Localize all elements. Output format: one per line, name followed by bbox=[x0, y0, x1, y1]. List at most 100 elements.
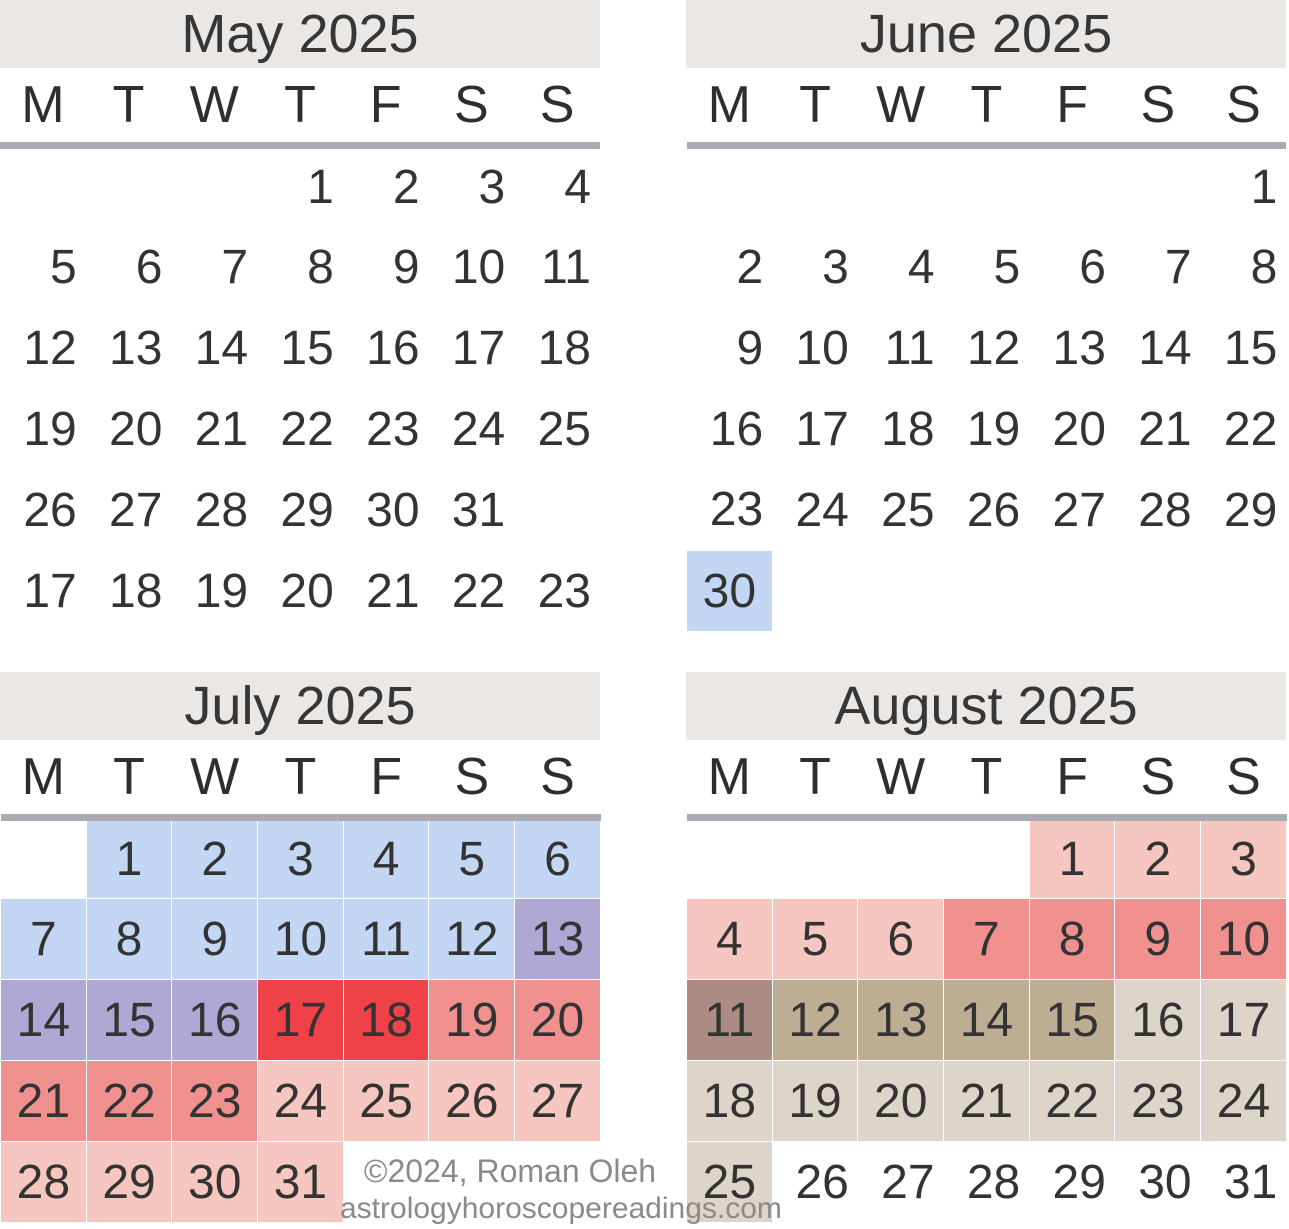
calendar-day-cell[interactable]: 22 bbox=[428, 550, 515, 632]
calendar-day-cell[interactable]: 18 bbox=[686, 1060, 773, 1142]
calendar-day-cell[interactable]: 8 bbox=[257, 226, 343, 308]
calendar-day-cell[interactable]: 9 bbox=[686, 307, 773, 389]
calendar-day-cell[interactable]: 11 bbox=[857, 307, 944, 389]
calendar-day-cell[interactable]: 4 bbox=[514, 145, 600, 227]
calendar-day-cell[interactable]: 2 bbox=[1114, 817, 1202, 899]
calendar-day-cell[interactable]: 21 bbox=[943, 1060, 1030, 1142]
calendar-day-cell[interactable]: 23 bbox=[342, 388, 429, 470]
calendar-day-cell[interactable]: 20 bbox=[85, 388, 172, 470]
calendar-day-cell[interactable]: 5 bbox=[771, 898, 859, 980]
calendar-day-cell[interactable]: 12 bbox=[771, 979, 859, 1061]
calendar-day-cell[interactable]: 29 bbox=[257, 469, 343, 551]
calendar-day-cell[interactable]: 8 bbox=[85, 898, 173, 980]
calendar-day-cell[interactable]: 15 bbox=[1200, 307, 1287, 389]
calendar-day-cell[interactable]: 26 bbox=[772, 1141, 858, 1223]
calendar-day-cell[interactable]: 16 bbox=[171, 979, 259, 1061]
calendar-day-cell[interactable]: 19 bbox=[943, 388, 1030, 470]
calendar-day-cell[interactable]: 10 bbox=[1200, 898, 1287, 980]
calendar-day-cell[interactable]: 3 bbox=[1200, 817, 1287, 899]
calendar-day-cell[interactable]: 22 bbox=[85, 1060, 173, 1142]
calendar-day-cell[interactable]: 24 bbox=[257, 1060, 344, 1142]
calendar-day-cell[interactable]: 22 bbox=[1200, 388, 1287, 470]
calendar-day-cell[interactable]: 30 bbox=[342, 469, 429, 551]
calendar-day-cell[interactable]: 7 bbox=[1114, 226, 1201, 308]
calendar-day-cell[interactable]: 19 bbox=[428, 979, 516, 1061]
calendar-day-cell[interactable]: 21 bbox=[0, 1060, 87, 1142]
calendar-day-cell[interactable]: 17 bbox=[257, 979, 344, 1061]
calendar-day-cell[interactable]: 10 bbox=[257, 898, 344, 980]
calendar-day-cell[interactable]: 1 bbox=[1028, 817, 1116, 899]
calendar-day-cell[interactable]: 23 bbox=[1114, 1060, 1202, 1142]
calendar-day-cell[interactable]: 26 bbox=[428, 1060, 516, 1142]
calendar-day-cell[interactable]: 27 bbox=[857, 1141, 944, 1223]
calendar-day-cell[interactable]: 22 bbox=[1028, 1060, 1116, 1142]
calendar-day-cell[interactable]: 9 bbox=[1114, 898, 1202, 980]
calendar-day-cell[interactable]: 6 bbox=[514, 817, 601, 899]
calendar-day-cell[interactable]: 5 bbox=[428, 817, 516, 899]
calendar-day-cell[interactable]: 3 bbox=[257, 817, 344, 899]
calendar-day-cell[interactable]: 13 bbox=[1029, 307, 1115, 389]
calendar-day-cell[interactable]: 19 bbox=[771, 1060, 859, 1142]
calendar-day-cell[interactable]: 7 bbox=[0, 898, 87, 980]
calendar-day-cell[interactable]: 26 bbox=[0, 469, 86, 551]
calendar-day-cell[interactable]: 6 bbox=[1029, 226, 1115, 308]
calendar-day-cell[interactable]: 15 bbox=[85, 979, 173, 1061]
calendar-day-cell[interactable]: 30 bbox=[686, 550, 773, 632]
calendar-day-cell[interactable]: 2 bbox=[171, 817, 259, 899]
calendar-day-cell[interactable]: 30 bbox=[1114, 1141, 1201, 1223]
calendar-day-cell[interactable]: 6 bbox=[857, 898, 945, 980]
calendar-day-cell[interactable]: 17 bbox=[428, 307, 515, 389]
calendar-day-cell[interactable]: 14 bbox=[943, 979, 1030, 1061]
calendar-day-cell[interactable]: 18 bbox=[514, 307, 600, 389]
calendar-day-cell[interactable]: 11 bbox=[514, 226, 600, 308]
calendar-day-cell[interactable]: 26 bbox=[943, 469, 1030, 551]
calendar-day-cell[interactable]: 12 bbox=[943, 307, 1030, 389]
calendar-day-cell[interactable]: 1 bbox=[85, 817, 173, 899]
calendar-day-cell[interactable]: 17 bbox=[0, 550, 86, 632]
calendar-day-cell[interactable]: 18 bbox=[857, 388, 944, 470]
calendar-day-cell[interactable]: 25 bbox=[514, 388, 600, 470]
calendar-day-cell[interactable]: 19 bbox=[0, 388, 86, 470]
calendar-day-cell[interactable]: 2 bbox=[342, 145, 429, 227]
calendar-day-cell[interactable]: 31 bbox=[257, 1141, 344, 1223]
calendar-day-cell[interactable]: 1 bbox=[1200, 145, 1287, 227]
calendar-day-cell[interactable]: 17 bbox=[772, 388, 858, 470]
calendar-day-cell[interactable]: 2 bbox=[686, 226, 773, 308]
calendar-day-cell[interactable]: 28 bbox=[0, 1141, 87, 1223]
calendar-day-cell[interactable]: 27 bbox=[514, 1060, 601, 1142]
calendar-day-cell[interactable]: 28 bbox=[1114, 469, 1201, 551]
calendar-day-cell[interactable]: 1 bbox=[257, 145, 343, 227]
calendar-day-cell[interactable]: 11 bbox=[342, 898, 430, 980]
calendar-day-cell[interactable]: 31 bbox=[1200, 1141, 1287, 1223]
calendar-day-cell[interactable]: 4 bbox=[857, 226, 944, 308]
calendar-day-cell[interactable]: 5 bbox=[943, 226, 1030, 308]
calendar-day-cell[interactable]: 18 bbox=[85, 550, 172, 632]
calendar-day-cell[interactable]: 29 bbox=[1029, 1141, 1115, 1223]
calendar-day-cell[interactable]: 6 bbox=[85, 226, 172, 308]
calendar-day-cell[interactable]: 21 bbox=[342, 550, 429, 632]
calendar-day-cell[interactable]: 14 bbox=[171, 307, 258, 389]
calendar-day-cell[interactable]: 15 bbox=[257, 307, 343, 389]
calendar-day-cell[interactable]: 14 bbox=[1114, 307, 1201, 389]
calendar-day-cell[interactable]: 16 bbox=[686, 388, 773, 470]
calendar-day-cell[interactable]: 20 bbox=[857, 1060, 945, 1142]
calendar-day-cell[interactable]: 12 bbox=[428, 898, 516, 980]
calendar-day-cell[interactable]: 15 bbox=[1028, 979, 1116, 1061]
calendar-day-cell[interactable]: 23 bbox=[514, 550, 600, 632]
calendar-day-cell[interactable]: 29 bbox=[85, 1141, 173, 1223]
calendar-day-cell[interactable]: 20 bbox=[514, 979, 601, 1061]
calendar-day-cell[interactable]: 9 bbox=[171, 898, 259, 980]
calendar-day-cell[interactable]: 25 bbox=[342, 1060, 430, 1142]
calendar-day-cell[interactable]: 21 bbox=[171, 388, 258, 470]
calendar-day-cell[interactable]: 7 bbox=[171, 226, 258, 308]
calendar-day-cell[interactable]: 10 bbox=[428, 226, 515, 308]
calendar-day-cell[interactable]: 14 bbox=[0, 979, 87, 1061]
calendar-day-cell[interactable]: 10 bbox=[772, 307, 858, 389]
calendar-day-cell[interactable]: 16 bbox=[342, 307, 429, 389]
calendar-day-cell[interactable]: 3 bbox=[428, 145, 515, 227]
calendar-day-cell[interactable]: 4 bbox=[686, 898, 773, 980]
calendar-day-cell[interactable]: 8 bbox=[1028, 898, 1116, 980]
calendar-day-cell[interactable]: 27 bbox=[1029, 469, 1115, 551]
calendar-day-cell[interactable]: 18 bbox=[342, 979, 430, 1061]
calendar-day-cell[interactable]: 20 bbox=[257, 550, 343, 632]
